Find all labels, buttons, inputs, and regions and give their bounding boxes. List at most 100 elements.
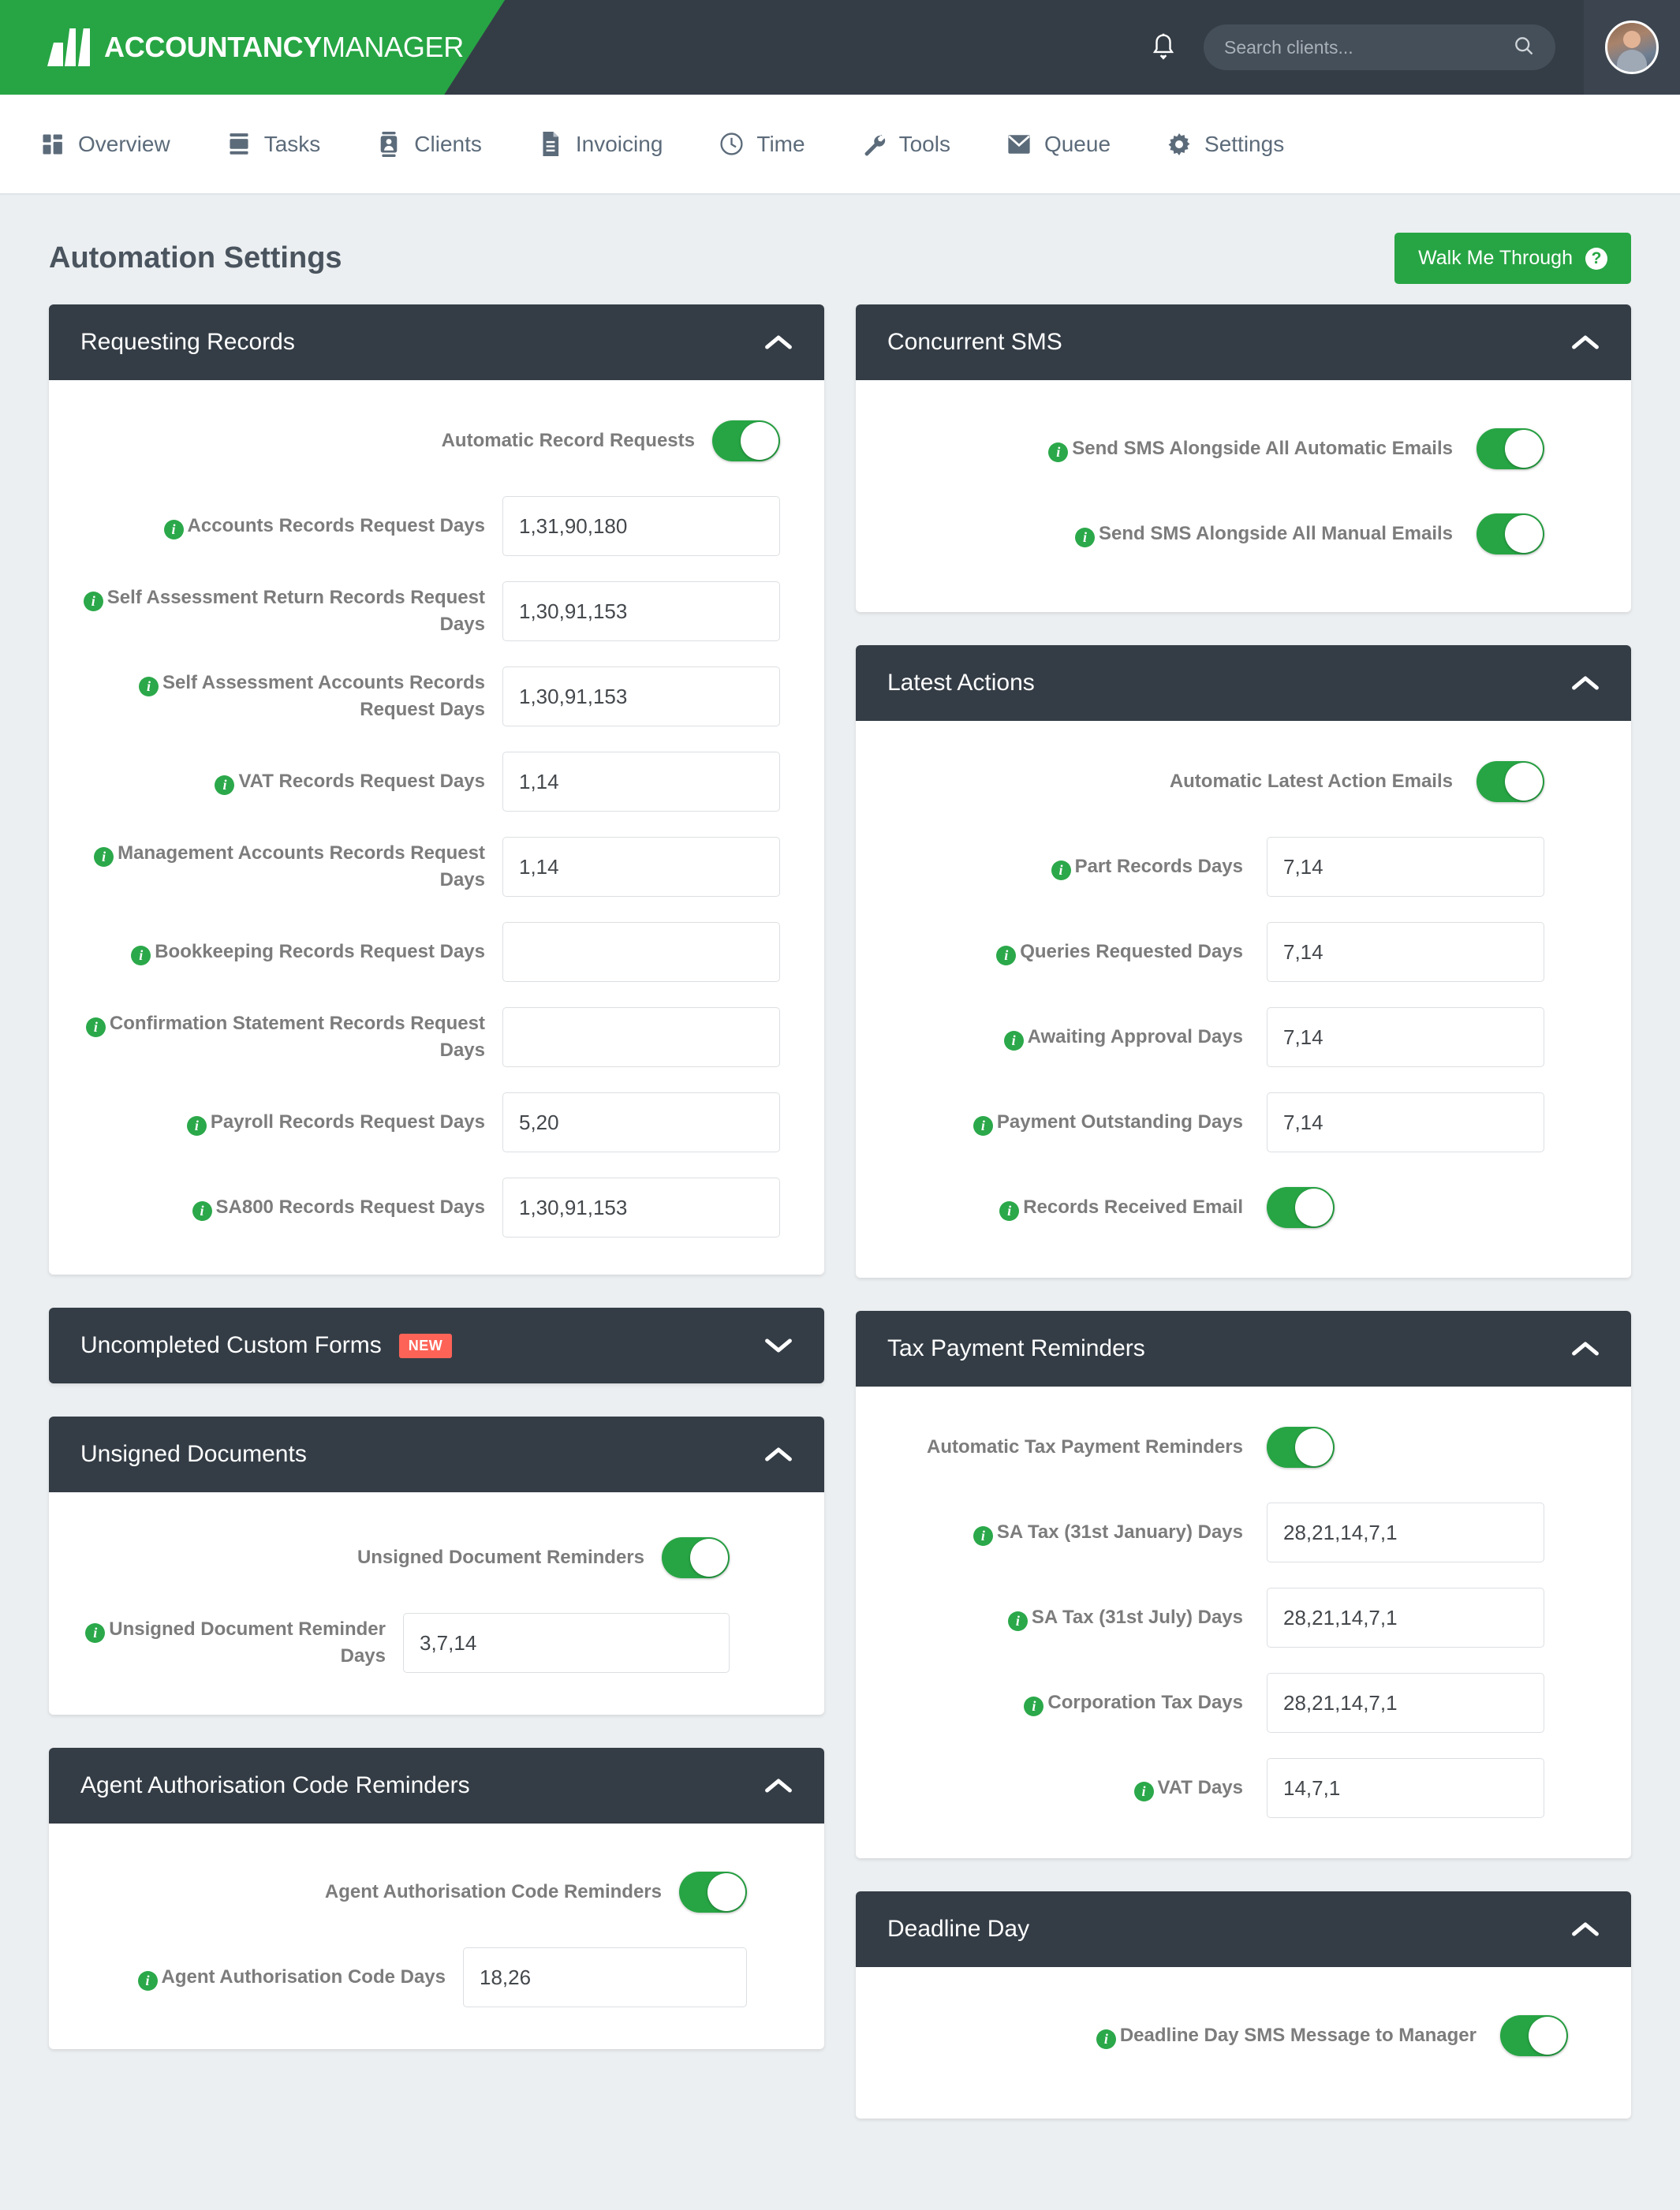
- info-icon[interactable]: i: [163, 520, 184, 539]
- chevron-up-icon[interactable]: [1571, 674, 1600, 692]
- row-control: [1500, 2015, 1568, 2056]
- input-part-records-days[interactable]: [1267, 837, 1544, 897]
- left-column: Requesting Records Automatic Record Requ…: [49, 304, 824, 2082]
- avatar[interactable]: [1605, 21, 1659, 74]
- row-control: [1267, 1758, 1544, 1818]
- nav-item-tasks[interactable]: Tasks: [226, 131, 321, 158]
- info-icon[interactable]: i: [192, 1201, 212, 1221]
- info-icon[interactable]: i: [1096, 2029, 1116, 2049]
- nav-item-invoicing[interactable]: Invoicing: [537, 131, 663, 158]
- input-vat-days[interactable]: [1267, 1758, 1544, 1818]
- chevron-up-icon[interactable]: [764, 1446, 793, 1463]
- panel-body-deadline-day: i Deadline Day SMS Message to Manager: [856, 1967, 1631, 2119]
- input-agent-authorisation-code-days[interactable]: [463, 1947, 747, 2007]
- info-icon[interactable]: i: [85, 1017, 106, 1038]
- input-sa-tax-january-days[interactable]: [1267, 1503, 1544, 1562]
- panel-header-requesting-records[interactable]: Requesting Records: [49, 304, 824, 380]
- brand-logo[interactable]: ACCOUNTANCYMANAGER: [0, 0, 505, 95]
- row-label: i SA Tax (31st July) Days: [881, 1604, 1267, 1631]
- info-icon[interactable]: i: [94, 847, 114, 868]
- row-label-text: Payroll Records Request Days: [210, 1111, 485, 1133]
- panel-header-concurrent-sms[interactable]: Concurrent SMS: [856, 304, 1631, 380]
- info-icon[interactable]: i: [83, 592, 103, 612]
- panel-concurrent-sms: Concurrent SMS i Send SMS Alongside All A…: [856, 304, 1631, 612]
- nav-label: Tasks: [263, 131, 321, 156]
- chevron-up-icon[interactable]: [1571, 1340, 1600, 1357]
- nav-item-settings[interactable]: Settings: [1166, 131, 1284, 158]
- nav-item-clients[interactable]: Clients: [375, 131, 482, 158]
- setting-row: i Deadline Day SMS Message to Manager: [881, 2002, 1568, 2070]
- info-icon[interactable]: i: [131, 946, 151, 965]
- input-sa800-records-request-days[interactable]: [502, 1178, 780, 1238]
- info-icon[interactable]: i: [1051, 860, 1071, 880]
- search-icon[interactable]: [1513, 35, 1535, 61]
- toggle-records-received-email[interactable]: [1267, 1187, 1335, 1228]
- info-icon[interactable]: i: [999, 1201, 1020, 1221]
- panel-header-deadline-day[interactable]: Deadline Day: [856, 1891, 1631, 1967]
- info-icon[interactable]: i: [1007, 1611, 1028, 1631]
- info-icon[interactable]: i: [1048, 442, 1069, 462]
- input-awaiting-approval-days[interactable]: [1267, 1007, 1544, 1067]
- info-icon[interactable]: i: [1075, 528, 1096, 547]
- panel-header-unsigned-documents[interactable]: Unsigned Documents: [49, 1417, 824, 1492]
- info-icon[interactable]: i: [996, 946, 1017, 965]
- chevron-up-icon[interactable]: [1571, 1921, 1600, 1938]
- row-control: [1477, 761, 1544, 802]
- chevron-up-icon[interactable]: [764, 334, 793, 351]
- input-self-assessment-accounts-records-request-days[interactable]: [502, 666, 780, 726]
- info-icon[interactable]: i: [1133, 1782, 1154, 1801]
- info-icon[interactable]: i: [1003, 1031, 1024, 1051]
- nav-label: Tools: [898, 131, 950, 156]
- search-box[interactable]: [1204, 24, 1555, 70]
- info-icon[interactable]: i: [973, 1116, 993, 1136]
- input-corporation-tax-days[interactable]: [1267, 1673, 1544, 1733]
- chevron-down-icon[interactable]: [764, 1337, 793, 1354]
- toggle-unsigned-document-reminders[interactable]: [662, 1537, 730, 1578]
- row-label: i VAT Days: [881, 1775, 1267, 1801]
- row-control: [1477, 428, 1544, 469]
- toggle-automatic-latest-action-emails[interactable]: [1477, 761, 1544, 802]
- panel-header-uncompleted-custom-forms[interactable]: Uncompleted Custom Forms NEW: [49, 1308, 824, 1383]
- info-icon[interactable]: i: [85, 1623, 106, 1644]
- nav-item-queue[interactable]: Queue: [1006, 131, 1111, 158]
- info-icon[interactable]: i: [186, 1116, 207, 1136]
- info-icon[interactable]: i: [138, 677, 159, 697]
- input-sa-tax-july-days[interactable]: [1267, 1588, 1544, 1648]
- input-management-accounts-records-request-days[interactable]: [502, 837, 780, 897]
- info-icon[interactable]: i: [215, 775, 235, 795]
- avatar-cell[interactable]: [1584, 0, 1680, 95]
- info-icon[interactable]: i: [1024, 1697, 1044, 1716]
- panel-header-latest-actions[interactable]: Latest Actions: [856, 645, 1631, 721]
- input-queries-requested-days[interactable]: [1267, 922, 1544, 982]
- walk-me-through-button[interactable]: Walk Me Through ?: [1394, 233, 1631, 284]
- input-confirmation-statement-records-request-days[interactable]: [502, 1007, 780, 1067]
- input-payroll-records-request-days[interactable]: [502, 1092, 780, 1152]
- input-unsigned-document-reminder-days[interactable]: [403, 1613, 730, 1673]
- input-self-assessment-return-records-request-days[interactable]: [502, 581, 780, 641]
- toggle-send-sms-alongside-manual-emails[interactable]: [1477, 513, 1544, 554]
- brand-bold: ACCOUNTANCY: [104, 31, 323, 63]
- nav-item-time[interactable]: Time: [718, 131, 805, 158]
- toggle-automatic-tax-payment-reminders[interactable]: [1267, 1427, 1335, 1468]
- notification-bell-icon[interactable]: [1145, 29, 1182, 65]
- nav-item-overview[interactable]: Overview: [39, 131, 170, 158]
- toggle-automatic-record-requests[interactable]: [712, 420, 780, 461]
- panel-title: Requesting Records: [80, 329, 295, 355]
- input-payment-outstanding-days[interactable]: [1267, 1092, 1544, 1152]
- toggle-send-sms-alongside-automatic-emails[interactable]: [1477, 428, 1544, 469]
- nav-item-tools[interactable]: Tools: [861, 131, 950, 158]
- input-vat-records-request-days[interactable]: [502, 752, 780, 812]
- toggle-agent-authorisation-code-reminders[interactable]: [679, 1872, 747, 1913]
- input-bookkeeping-records-request-days[interactable]: [502, 922, 780, 982]
- toggle-deadline-day-sms-message-to-manager[interactable]: [1500, 2015, 1568, 2056]
- info-icon[interactable]: i: [137, 1971, 158, 1991]
- row-control: [502, 581, 780, 641]
- panel-header-tax-payment-reminders[interactable]: Tax Payment Reminders: [856, 1311, 1631, 1387]
- row-label: i Queries Requested Days: [881, 939, 1267, 965]
- input-accounts-records-request-days[interactable]: [502, 496, 780, 556]
- chevron-up-icon[interactable]: [764, 1777, 793, 1794]
- search-input[interactable]: [1224, 36, 1513, 58]
- chevron-up-icon[interactable]: [1571, 334, 1600, 351]
- info-icon[interactable]: i: [973, 1526, 993, 1546]
- panel-header-agent-authorisation[interactable]: Agent Authorisation Code Reminders: [49, 1748, 824, 1824]
